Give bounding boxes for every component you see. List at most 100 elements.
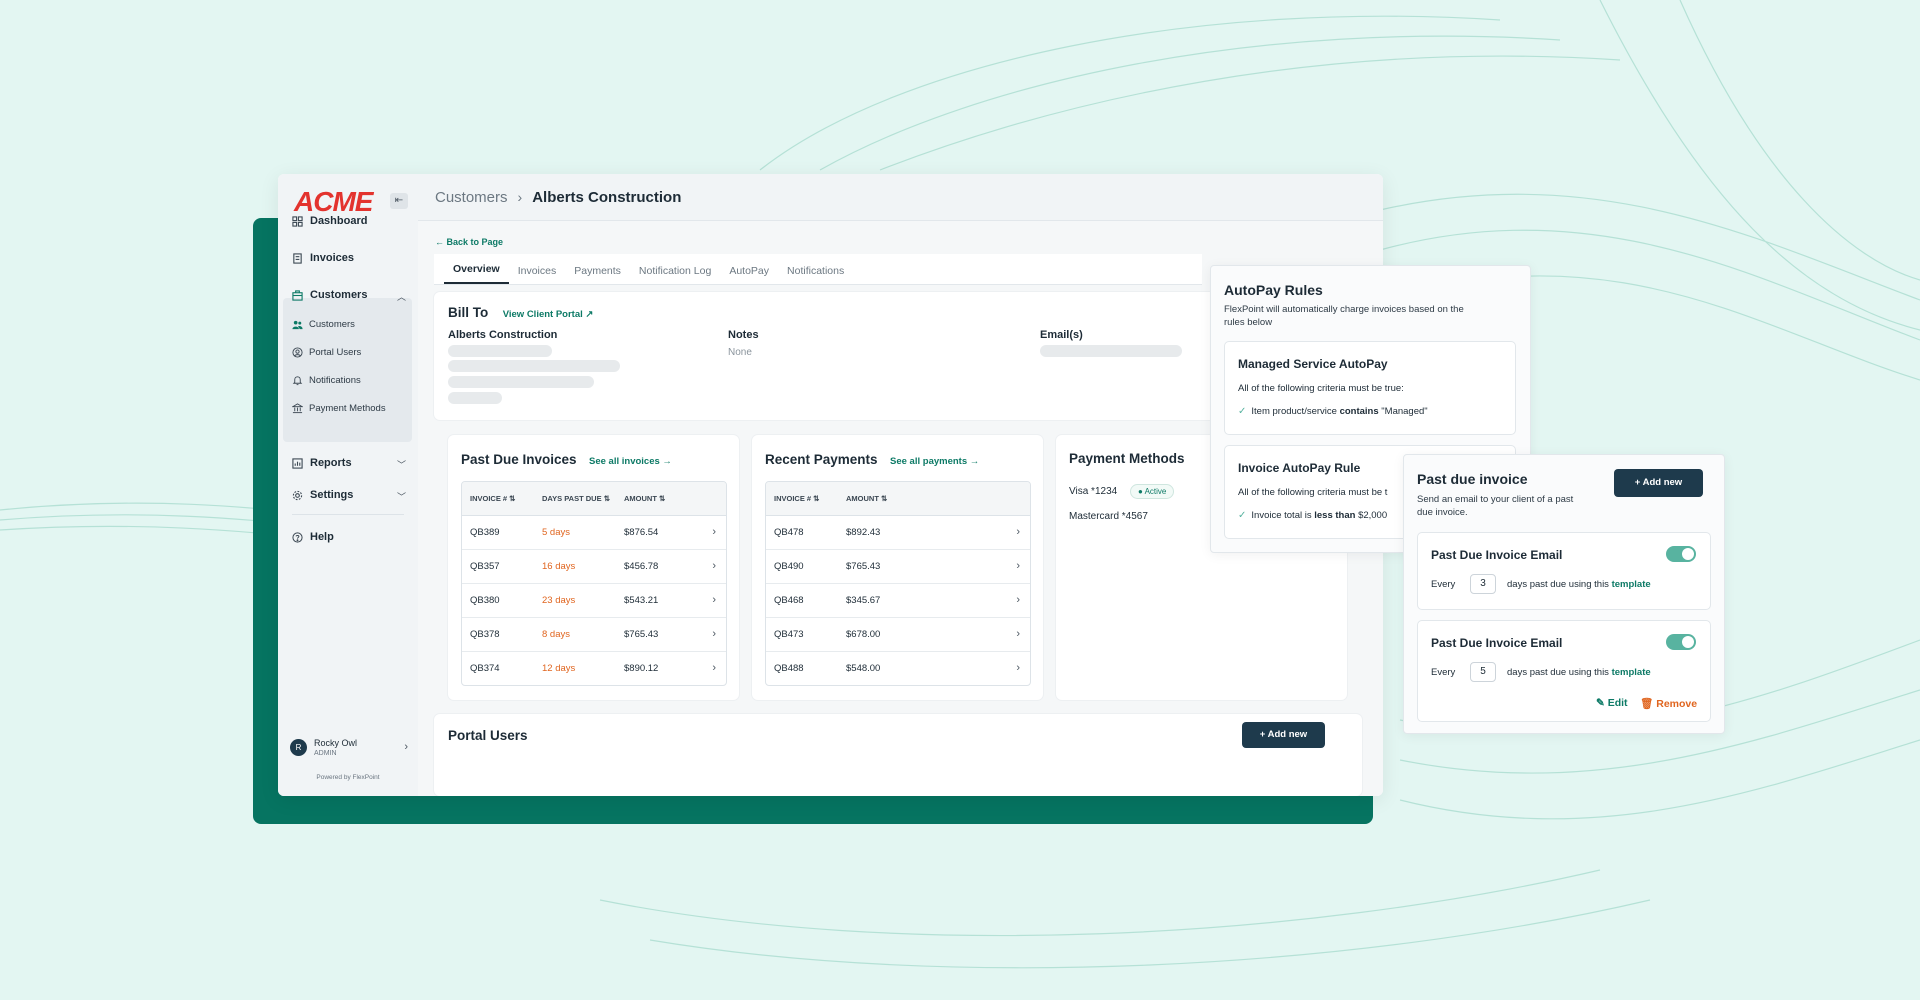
chevron-right-icon[interactable]: ›	[712, 560, 716, 572]
enable-toggle[interactable]	[1666, 634, 1696, 650]
portal-users-card: Portal Users + Add new	[434, 714, 1362, 796]
tab-notification-log[interactable]: Notification Log	[630, 265, 720, 284]
chevron-right-icon[interactable]: ›	[712, 526, 716, 538]
column-header[interactable]: DAYS PAST DUE ⇅	[542, 494, 610, 503]
sidebar-item-label: Invoices	[310, 252, 355, 264]
chevron-right-icon: ›	[404, 741, 408, 753]
table-row[interactable]: QB473 $678.00 ›	[766, 618, 1030, 652]
sidebar-item-help[interactable]: Help	[292, 526, 334, 548]
status-badge: ● Active	[1129, 484, 1175, 499]
column-header[interactable]: INVOICE # ⇅	[470, 494, 515, 503]
back-link[interactable]: ← Back to Page	[435, 237, 503, 247]
payment-methods-title: Payment Methods	[1069, 451, 1185, 466]
table-header: INVOICE # ⇅ AMOUNT ⇅	[766, 482, 1030, 516]
sidebar-subitem-label: Customers	[309, 318, 355, 330]
tab-autopay[interactable]: AutoPay	[720, 265, 778, 284]
chevron-right-icon[interactable]: ›	[712, 662, 716, 674]
powered-by: Powered by FlexPoint	[316, 774, 380, 781]
remove-button[interactable]: 🗑 Remove	[1640, 697, 1697, 710]
sidebar-item-label: Settings	[310, 489, 354, 501]
invoice-icon	[293, 252, 302, 264]
table-row[interactable]: QB378 8 days $765.43 ›	[462, 618, 726, 652]
tab-payments[interactable]: Payments	[565, 265, 630, 284]
users-icon	[292, 320, 303, 329]
rule-criteria: ✓ Item product/service contains "Managed"	[1238, 406, 1428, 417]
template-link[interactable]: template	[1612, 579, 1651, 590]
autopay-description: FlexPoint will automatically charge invo…	[1224, 304, 1464, 328]
sidebar-item-settings[interactable]: Settings	[292, 484, 353, 506]
avatar: R	[290, 738, 307, 756]
sidebar-item-dashboard[interactable]: Dashboard	[292, 210, 367, 232]
table-row[interactable]: QB389 5 days $876.54 ›	[462, 516, 726, 550]
check-icon: ✓	[1238, 406, 1247, 417]
sidebar-subitem-payment-methods[interactable]: Payment Methods	[292, 399, 386, 417]
sidebar-subitem-customers[interactable]: Customers	[292, 315, 355, 333]
company-name: Alberts Construction	[448, 329, 558, 341]
add-email-button[interactable]: + Add new	[1614, 469, 1703, 497]
table-row[interactable]: QB357 16 days $456.78 ›	[462, 550, 726, 584]
breadcrumb-customers[interactable]: Customers	[435, 189, 508, 206]
enable-toggle[interactable]	[1666, 546, 1696, 562]
table-row[interactable]: QB478 $892.43 ›	[766, 516, 1030, 550]
skeleton-line	[448, 392, 502, 404]
column-header[interactable]: AMOUNT ⇅	[846, 494, 887, 503]
sidebar: ACME ⇤ Dashboard Invoices Customers ︿ Cu…	[278, 174, 419, 796]
chevron-up-icon[interactable]: ︿	[397, 290, 406, 303]
past-due-title: Past Due Invoices	[461, 452, 577, 467]
payment-method-label: Visa *1234	[1069, 486, 1118, 497]
report-icon	[292, 457, 303, 469]
tab-overview[interactable]: Overview	[444, 263, 509, 284]
payment-method-item[interactable]: Mastercard *4567	[1069, 511, 1148, 522]
email-every-label: Every	[1431, 667, 1456, 678]
table-row[interactable]: QB374 12 days $890.12 ›	[462, 652, 726, 685]
chevron-right-icon[interactable]: ›	[1016, 594, 1020, 606]
sidebar-subitem-notifications[interactable]: Notifications	[292, 371, 361, 389]
sidebar-item-reports[interactable]: Reports	[292, 452, 352, 474]
chevron-right-icon[interactable]: ›	[1016, 560, 1020, 572]
rule-title: Invoice AutoPay Rule	[1238, 461, 1361, 475]
table-row[interactable]: QB488 $548.00 ›	[766, 652, 1030, 685]
days-input[interactable]: 5	[1470, 662, 1496, 682]
gear-icon	[292, 490, 303, 500]
column-header[interactable]: AMOUNT ⇅	[624, 494, 665, 503]
tab-invoices[interactable]: Invoices	[509, 265, 566, 284]
collapse-sidebar-icon[interactable]: ⇤	[390, 193, 408, 209]
skeleton-line	[448, 345, 552, 357]
days-input[interactable]: 3	[1470, 574, 1496, 594]
chevron-down-icon[interactable]: ﹀	[397, 490, 406, 503]
tab-notifications[interactable]: Notifications	[778, 265, 853, 284]
user-circle-icon	[292, 346, 303, 358]
see-all-invoices-link[interactable]: See all invoices →	[589, 456, 672, 467]
table-row[interactable]: QB490 $765.43 ›	[766, 550, 1030, 584]
edit-button[interactable]: ✎ Edit	[1596, 697, 1628, 709]
past-due-email-card: Past Due Invoice Email Every 5 days past…	[1417, 620, 1711, 722]
column-header[interactable]: INVOICE # ⇅	[774, 494, 819, 503]
chevron-right-icon[interactable]: ›	[1016, 628, 1020, 640]
chevron-right-icon[interactable]: ›	[712, 628, 716, 640]
chevron-right-icon[interactable]: ›	[712, 594, 716, 606]
sidebar-item-invoices[interactable]: Invoices	[292, 247, 354, 269]
chevron-down-icon[interactable]: ﹀	[397, 458, 406, 471]
sidebar-subitem-portal-users[interactable]: Portal Users	[292, 343, 361, 361]
email-suffix: days past due using this template	[1507, 667, 1651, 678]
template-link[interactable]: template	[1612, 667, 1651, 678]
sidebar-subitem-label: Portal Users	[309, 346, 362, 358]
user-menu[interactable]: R Rocky Owl ADMIN ›	[290, 730, 408, 764]
sidebar-item-label: Help	[310, 531, 334, 543]
chevron-right-icon[interactable]: ›	[1016, 662, 1020, 674]
payment-method-item[interactable]: Visa *1234 ● Active	[1069, 484, 1175, 499]
table-row[interactable]: QB380 23 days $543.21 ›	[462, 584, 726, 618]
table-row[interactable]: QB468 $345.67 ›	[766, 584, 1030, 618]
view-client-portal-link[interactable]: View Client Portal ↗	[503, 309, 594, 320]
add-portal-user-button[interactable]: + Add new	[1242, 722, 1325, 748]
see-all-payments-link[interactable]: See all payments →	[890, 456, 979, 467]
sidebar-item-label: Dashboard	[310, 215, 368, 227]
autopay-rule-card[interactable]: Managed Service AutoPay All of the follo…	[1224, 341, 1516, 435]
user-name: Rocky Owl	[314, 737, 358, 748]
email-title: Past Due Invoice Email	[1431, 548, 1563, 562]
chevron-right-icon[interactable]: ›	[1016, 526, 1020, 538]
sidebar-item-customers[interactable]: Customers	[292, 284, 367, 306]
bill-to-title: Bill To	[448, 305, 489, 320]
breadcrumb: Customers › Alberts Construction	[418, 174, 1383, 221]
breadcrumb-separator: ›	[517, 189, 523, 205]
